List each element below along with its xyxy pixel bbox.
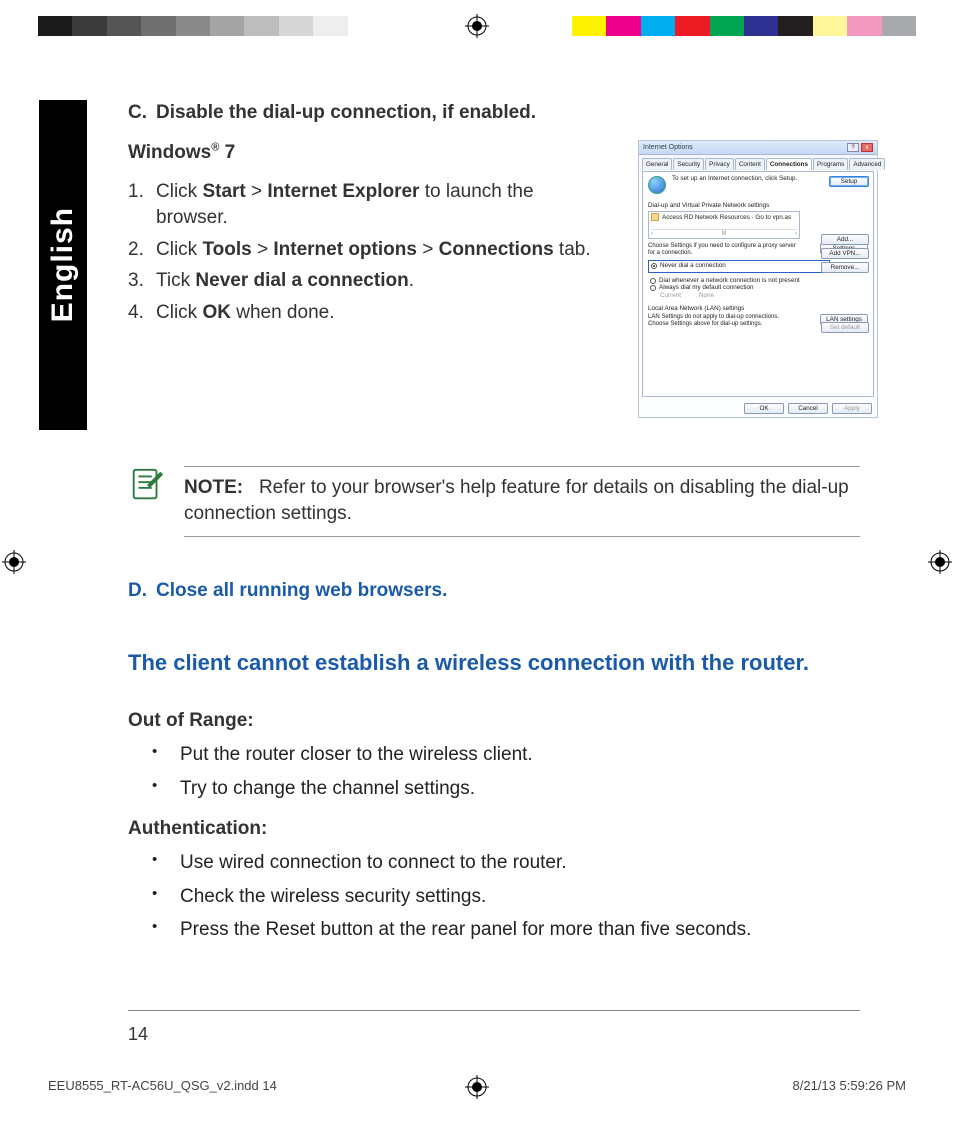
settings-hint: Choose Settings if you need to configure… xyxy=(648,243,798,256)
list-item: Press the Reset button at the rear panel… xyxy=(180,917,860,943)
current-value: None xyxy=(699,292,714,300)
cancel-button[interactable]: Cancel xyxy=(788,403,828,414)
dialog-titlebar: Internet Options ? x xyxy=(639,141,877,155)
remove-button[interactable]: Remove... xyxy=(821,262,869,273)
window-close-button[interactable]: x xyxy=(861,143,873,152)
steps-list: Click Start > Internet Explorer to launc… xyxy=(128,179,608,325)
window-help-button[interactable]: ? xyxy=(847,143,859,152)
internet-options-dialog: Internet Options ? x GeneralSecurityPriv… xyxy=(638,140,878,418)
setup-button[interactable]: Setup xyxy=(829,176,869,187)
dialog-tabs: GeneralSecurityPrivacyContentConnections… xyxy=(639,155,877,170)
dialog-tab-general[interactable]: General xyxy=(642,158,672,170)
note-divider-top xyxy=(184,466,860,467)
registration-mark-left xyxy=(2,550,26,574)
color-swatch xyxy=(107,16,141,36)
dialog-panel: Setup To set up an Internet connection, … xyxy=(642,171,874,397)
registration-mark-top xyxy=(465,14,489,38)
colorbar-grayscale xyxy=(38,16,382,36)
radio-dial-whenever[interactable]: Dial whenever a network connection is no… xyxy=(650,277,866,285)
registration-mark-right xyxy=(928,550,952,574)
dial-radio-group: Never dial a connection xyxy=(648,260,830,273)
language-tab-label: English xyxy=(46,207,80,322)
color-swatch xyxy=(348,16,382,36)
authentication-section: Authentication: Use wired connection to … xyxy=(128,818,860,951)
list-item: Try to change the channel settings. xyxy=(180,776,860,802)
color-swatch xyxy=(813,16,847,36)
color-swatch xyxy=(38,16,72,36)
out-of-range-section: Out of Range: Put the router closer to t… xyxy=(128,710,860,809)
color-swatch xyxy=(882,16,916,36)
color-swatch xyxy=(847,16,881,36)
radio-never-dial[interactable]: Never dial a connection xyxy=(651,262,827,270)
dialog-tab-advanced[interactable]: Advanced xyxy=(849,158,885,170)
color-swatch xyxy=(279,16,313,36)
connection-icon xyxy=(651,213,659,221)
footer-file: EEU8555_RT-AC56U_QSG_v2.indd 14 xyxy=(48,1078,277,1093)
dialog-tab-security[interactable]: Security xyxy=(673,158,704,170)
apply-button[interactable]: Apply xyxy=(832,403,872,414)
dialog-footer: OK Cancel Apply xyxy=(644,403,872,414)
section-d: D.Close all running web browsers. xyxy=(128,580,860,602)
vpn-group-label: Dial-up and Virtual Private Network sett… xyxy=(648,202,868,209)
step-item: Click OK when done. xyxy=(128,300,608,326)
color-swatch xyxy=(778,16,812,36)
note-divider-bottom xyxy=(184,536,860,537)
issue-heading: The client cannot establish a wireless c… xyxy=(128,650,860,676)
content-area: C.Disable the dial-up connection, if ena… xyxy=(128,100,860,331)
list-item: Put the router closer to the wireless cl… xyxy=(180,742,860,768)
step-item: Click Tools > Internet options > Connect… xyxy=(128,237,608,263)
section-c-heading: C.Disable the dial-up connection, if ena… xyxy=(128,100,860,126)
ok-button[interactable]: OK xyxy=(744,403,784,414)
lan-group-label: Local Area Network (LAN) settings xyxy=(648,305,868,312)
section-d-heading: D.Close all running web browsers. xyxy=(128,580,860,602)
color-swatch xyxy=(572,16,606,36)
list-item: Use wired connection to connect to the r… xyxy=(180,850,860,876)
add-button[interactable]: Add... xyxy=(821,234,869,245)
note-text: NOTE: Refer to your browser's help featu… xyxy=(184,475,860,526)
color-swatch xyxy=(210,16,244,36)
lan-hint: LAN Settings do not apply to dial-up con… xyxy=(648,314,798,327)
add-vpn-button[interactable]: Add VPN... xyxy=(821,248,869,259)
dialog-tab-programs[interactable]: Programs xyxy=(813,158,848,170)
set-default-button[interactable]: Set default xyxy=(821,322,869,333)
page-rule xyxy=(128,1010,860,1011)
radio-always-dial[interactable]: Always dial my default connection xyxy=(650,284,866,292)
dialog-title: Internet Options xyxy=(643,144,693,151)
dialog-tab-content[interactable]: Content xyxy=(735,158,765,170)
color-swatch xyxy=(244,16,278,36)
colorbar-process xyxy=(572,16,916,36)
authentication-heading: Authentication: xyxy=(128,818,860,840)
note-icon xyxy=(128,466,166,504)
document-footer: EEU8555_RT-AC56U_QSG_v2.indd 14 8/21/13 … xyxy=(48,1078,906,1093)
globe-icon xyxy=(648,176,666,194)
vpn-listbox[interactable]: Access RD Network Resources - Go to vpn.… xyxy=(648,211,800,239)
dialog-tab-connections[interactable]: Connections xyxy=(766,158,812,170)
color-swatch xyxy=(744,16,778,36)
color-swatch xyxy=(710,16,744,36)
dialog-tab-privacy[interactable]: Privacy xyxy=(705,158,734,170)
color-swatch xyxy=(606,16,640,36)
list-item: Check the wireless security settings. xyxy=(180,884,860,910)
color-swatch xyxy=(675,16,709,36)
step-item: Tick Never dial a connection. xyxy=(128,268,608,294)
language-tab: English xyxy=(39,100,87,430)
footer-timestamp: 8/21/13 5:59:26 PM xyxy=(793,1078,906,1093)
color-swatch xyxy=(313,16,347,36)
color-swatch xyxy=(176,16,210,36)
out-of-range-heading: Out of Range: xyxy=(128,710,860,732)
color-swatch xyxy=(641,16,675,36)
color-swatch xyxy=(72,16,106,36)
current-label: Current xyxy=(660,292,681,300)
color-swatch xyxy=(141,16,175,36)
note-block: NOTE: Refer to your browser's help featu… xyxy=(128,466,860,537)
step-item: Click Start > Internet Explorer to launc… xyxy=(128,179,608,230)
page-number: 14 xyxy=(128,1024,148,1045)
